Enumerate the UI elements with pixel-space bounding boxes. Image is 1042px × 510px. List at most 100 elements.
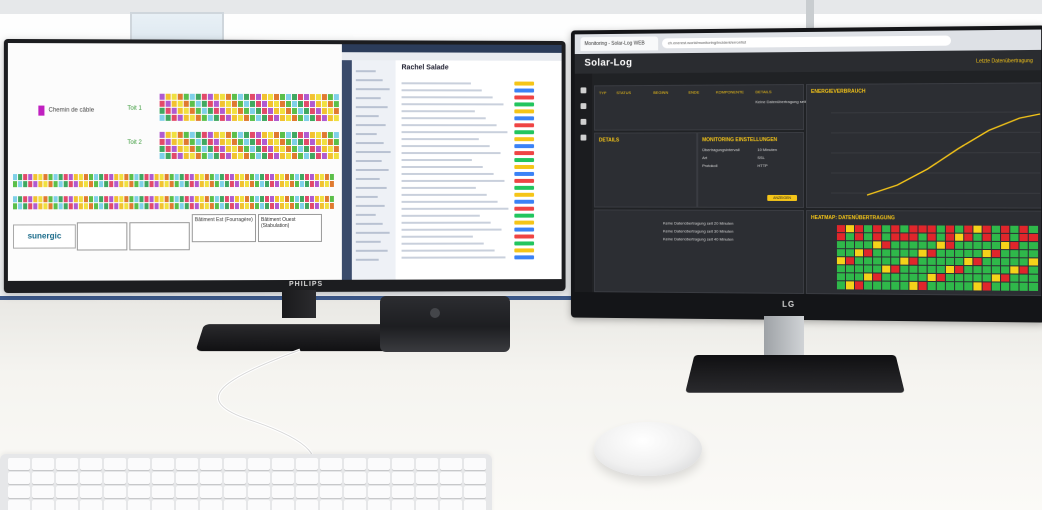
- solar-panel-cell: [159, 196, 164, 203]
- solar-panel-cell: [237, 131, 243, 138]
- task-badge: [514, 137, 535, 142]
- home-icon[interactable]: [580, 87, 587, 94]
- solar-panel-cell: [259, 203, 264, 210]
- solar-panel-cell: [209, 203, 214, 210]
- solar-panel-cell: [219, 114, 225, 121]
- solar-panel-cell: [327, 101, 333, 108]
- solar-panel-cell: [225, 93, 231, 100]
- address-bar[interactable]: ch.enerest.world/monitoring/incident/err…: [662, 35, 952, 49]
- nav-line: [355, 177, 380, 180]
- solar-panel-cell: [179, 181, 184, 188]
- browser-tab[interactable]: Monitoring - Solar-Log WEB: [580, 36, 659, 52]
- task-line: [401, 242, 484, 245]
- keyboard-key: [464, 458, 486, 470]
- keyboard-key: [416, 486, 438, 498]
- solar-panel-cell: [189, 100, 195, 107]
- solar-panel-cell: [249, 93, 255, 100]
- solar-panel-cell: [237, 152, 243, 159]
- show-button[interactable]: ANZEIGEN: [767, 194, 798, 201]
- solar-panel-cell: [303, 101, 309, 108]
- solar-panel-cell: [304, 173, 309, 180]
- solar-panel-cell: [33, 196, 38, 203]
- heatmap-cell: [853, 272, 866, 283]
- solar-panel-cell: [249, 100, 255, 107]
- heatmap-cell: [844, 280, 856, 291]
- keyboard-key: [272, 472, 294, 484]
- solar-panel-cell: [159, 131, 165, 138]
- keyboard-key: [272, 458, 294, 470]
- solar-panel-cell: [324, 173, 329, 180]
- solar-panel-cell: [63, 203, 68, 210]
- heatmap-cell: [881, 264, 893, 275]
- solar-panel-cell: [204, 174, 209, 181]
- task-badge: [514, 116, 535, 121]
- heatmap-cell: [890, 248, 902, 259]
- solar-panel-cell: [159, 174, 164, 181]
- solar-panel-cell: [213, 100, 219, 107]
- heatmap-cell: [1009, 224, 1021, 235]
- heatmap-cell: [872, 280, 884, 291]
- gear-icon[interactable]: [580, 134, 587, 141]
- chart-icon[interactable]: [580, 103, 587, 110]
- solar-panel-cell: [165, 138, 171, 145]
- solar-panel-cell: [33, 203, 38, 210]
- heatmap-cell: [835, 264, 847, 275]
- app-main: Rachel Salade: [395, 60, 562, 280]
- nav-line: [355, 231, 390, 234]
- solar-panel-cell: [225, 131, 231, 138]
- solar-panel-cell: [314, 195, 319, 202]
- keyboard-key: [248, 472, 270, 484]
- heatmap-cell: [899, 248, 911, 259]
- heatmap-cell: [863, 264, 875, 275]
- heatmap-cell: [1027, 273, 1040, 284]
- heatmap-cell: [844, 224, 856, 235]
- task-badge: [514, 213, 535, 218]
- heatmap-cell: [935, 256, 947, 267]
- heatmap-cell: [908, 256, 920, 267]
- solar-panel-cell: [201, 145, 207, 152]
- solar-panel-cell: [291, 153, 297, 160]
- solar-panel-cell: [244, 196, 249, 203]
- solar-panel-cell: [259, 181, 264, 188]
- keyboard-key: [200, 486, 222, 498]
- solar-panel-cell: [254, 181, 259, 188]
- solar-panel-cell: [244, 181, 249, 188]
- task-line: [401, 166, 483, 168]
- keyboard-key: [392, 458, 414, 470]
- solar-panel-cell: [134, 196, 139, 203]
- solar-panel-cell: [114, 196, 119, 203]
- solar-panel-cell: [297, 139, 303, 146]
- heatmap-cell: [917, 280, 929, 292]
- solar-panel-cell: [231, 107, 237, 114]
- solar-panel-cell: [249, 196, 254, 203]
- solar-panel-cell: [327, 94, 333, 101]
- last-transfer-link[interactable]: Letzte Datenübertragung: [976, 58, 1033, 65]
- solar-panel-cell: [58, 174, 63, 181]
- heatmap-cell: [908, 264, 920, 275]
- solar-panel-cell: [213, 131, 219, 138]
- solar-panel-cell: [213, 107, 219, 114]
- heatmap-cell: [908, 240, 920, 251]
- keyboard-key: [224, 458, 246, 470]
- heatmap-cell: [990, 249, 1003, 260]
- solar-panel-cell: [94, 203, 99, 210]
- solar-panel-cell: [243, 107, 249, 114]
- building-west-title: Bâtiment Ouest (Stabulation): [260, 216, 296, 230]
- solar-panel-cell: [129, 181, 134, 188]
- solar-panel-cell: [139, 181, 144, 188]
- heatmap-cell: [899, 280, 911, 291]
- bell-icon[interactable]: [580, 118, 587, 125]
- solar-panel-cell: [12, 181, 18, 188]
- solar-panel-cell: [177, 107, 183, 114]
- keyboard-key: [32, 472, 54, 484]
- keyboard-key: [56, 500, 78, 510]
- heatmap-cell: [990, 257, 1003, 268]
- heatmap-cell: [835, 224, 847, 235]
- heatmap-cell: [1000, 273, 1012, 284]
- heatmap-cell: [835, 232, 847, 243]
- solar-panel-cell: [154, 196, 159, 203]
- solar-panel-cell: [164, 203, 169, 210]
- solar-panel-cell: [207, 131, 213, 138]
- keyboard-key: [224, 486, 246, 498]
- nav-line: [355, 160, 382, 163]
